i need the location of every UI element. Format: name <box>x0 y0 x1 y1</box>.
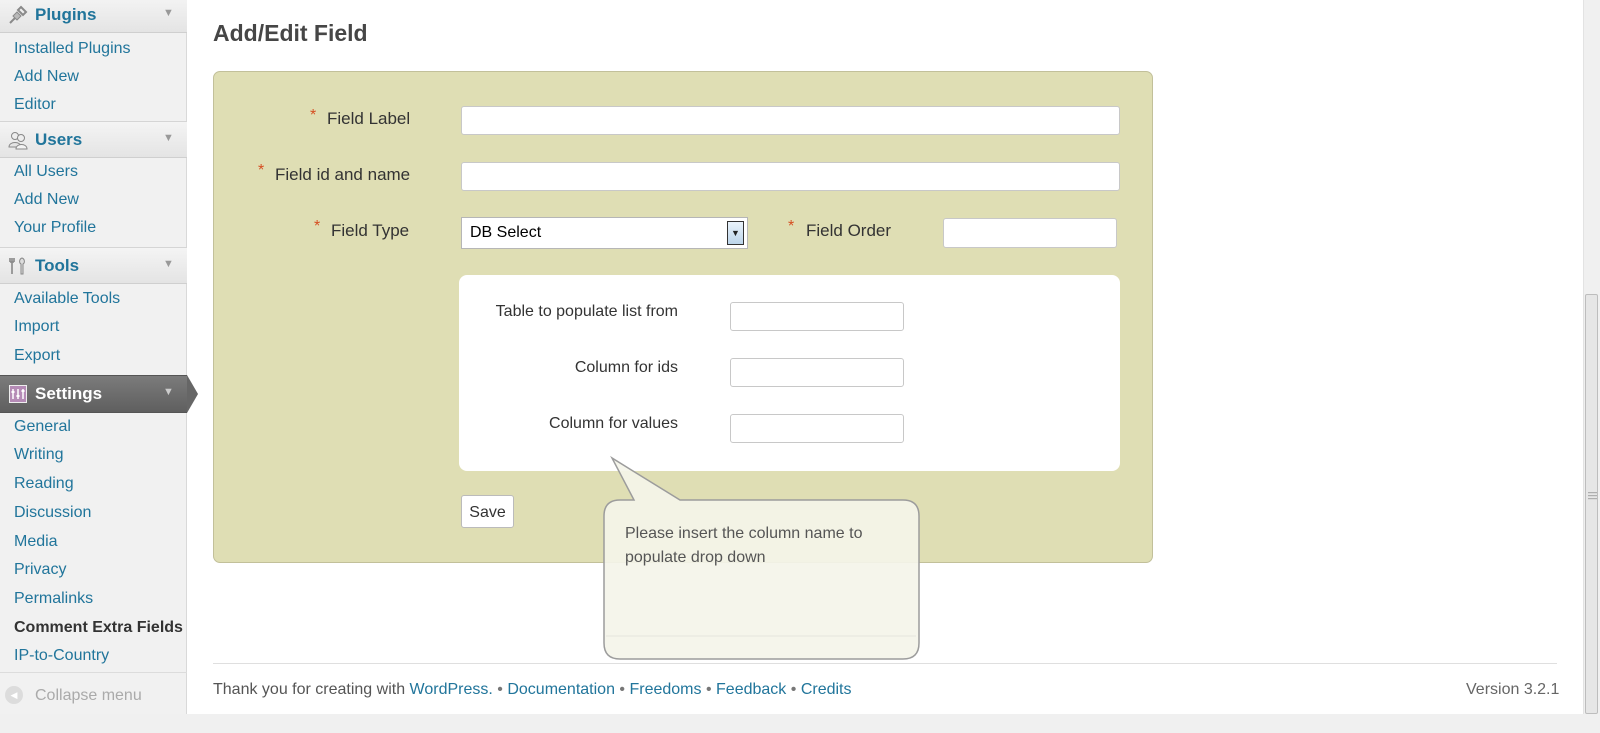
sidebar-item-export[interactable]: Export <box>14 347 60 365</box>
menu-settings-label: Settings <box>35 384 103 403</box>
tooltip-text: Please insert the column name to populat… <box>625 525 863 566</box>
footer-documentation-link[interactable]: Documentation <box>507 681 615 698</box>
sidebar-item-add-new-plugin[interactable]: Add New <box>14 68 79 86</box>
users-icon <box>8 132 28 150</box>
admin-sidebar: Plugins ▼ Installed Plugins Add New Edit… <box>0 0 187 733</box>
footer-thanks: Thank you for creating with <box>213 681 406 698</box>
sidebar-item-import[interactable]: Import <box>14 318 59 336</box>
field-type-selected-value: DB Select <box>470 224 542 241</box>
footer-credits-link[interactable]: Credits <box>801 681 852 698</box>
table-source-label: Table to populate list from <box>495 303 678 320</box>
collapse-menu[interactable]: ◀ Collapse menu <box>0 672 187 712</box>
menu-plugins[interactable]: Plugins ▼ <box>0 0 187 33</box>
sidebar-item-your-profile[interactable]: Your Profile <box>14 219 96 237</box>
save-button[interactable]: Save <box>461 495 514 528</box>
sidebar-item-ip-to-country[interactable]: IP-to-Country <box>14 647 109 665</box>
plug-icon <box>9 5 28 24</box>
field-type-select[interactable]: DB Select ▼ <box>461 217 748 249</box>
collapse-menu-label: Collapse menu <box>35 687 142 704</box>
dropdown-arrow-icon[interactable]: ▼ <box>727 221 744 245</box>
chevron-down-icon[interactable]: ▼ <box>163 258 174 270</box>
field-id-input[interactable] <box>461 162 1120 191</box>
field-label-label: Field Label <box>327 109 411 128</box>
tools-icon <box>9 257 25 275</box>
footer-links: Thank you for creating with WordPress. •… <box>213 681 852 699</box>
sidebar-item-discussion[interactable]: Discussion <box>14 504 91 522</box>
sidebar-item-permalinks[interactable]: Permalinks <box>14 590 93 608</box>
required-marker: * <box>314 218 321 235</box>
required-marker: * <box>310 107 317 124</box>
required-marker: * <box>788 218 795 235</box>
sidebar-item-add-new-user[interactable]: Add New <box>14 191 79 209</box>
sidebar-item-available-tools[interactable]: Available Tools <box>14 290 120 308</box>
sidebar-item-all-users[interactable]: All Users <box>14 163 78 181</box>
sidebar-item-editor[interactable]: Editor <box>14 96 56 114</box>
sidebar-item-privacy[interactable]: Privacy <box>14 561 66 579</box>
footer-feedback-link[interactable]: Feedback <box>716 681 786 698</box>
field-order-label: Field Order <box>806 221 892 240</box>
field-label-input[interactable] <box>461 106 1120 135</box>
scrollbar-thumb[interactable] <box>1585 294 1598 714</box>
active-menu-pointer <box>187 375 198 413</box>
chevron-down-icon[interactable]: ▼ <box>163 386 174 398</box>
horizontal-scrollbar[interactable] <box>0 714 1600 733</box>
menu-tools[interactable]: Tools ▼ <box>0 247 187 284</box>
sidebar-item-installed-plugins[interactable]: Installed Plugins <box>14 40 131 58</box>
chevron-down-icon[interactable]: ▼ <box>163 7 174 19</box>
footer-freedoms-link[interactable]: Freedoms <box>629 681 701 698</box>
sidebar-item-media[interactable]: Media <box>14 533 58 551</box>
chevron-down-icon[interactable]: ▼ <box>163 132 174 144</box>
column-ids-input[interactable] <box>730 358 904 387</box>
collapse-arrow-icon[interactable]: ◀ <box>5 686 23 704</box>
menu-users-label: Users <box>35 130 83 149</box>
column-values-input[interactable] <box>730 414 904 443</box>
sidebar-item-general[interactable]: General <box>14 418 71 436</box>
field-type-label: Field Type <box>331 221 410 240</box>
scrollbar-grip-icon: — — — <box>1588 487 1597 503</box>
version-text: Version 3.2.1 <box>1466 681 1560 698</box>
footer-separator: • <box>790 681 797 698</box>
sidebar-item-writing[interactable]: Writing <box>14 446 64 464</box>
footer-separator: • <box>497 681 503 698</box>
menu-plugins-label: Plugins <box>35 5 97 24</box>
footer-separator: • <box>619 681 626 698</box>
footer-wordpress-link[interactable]: WordPress. <box>410 681 493 698</box>
settings-icon <box>9 385 27 403</box>
column-values-label: Column for values <box>549 415 678 432</box>
field-id-label: Field id and name <box>275 165 411 184</box>
sidebar-item-reading[interactable]: Reading <box>14 475 74 493</box>
footer-separator: • <box>705 681 712 698</box>
sidebar-item-comment-extra-fields[interactable]: Comment Extra Fields <box>14 619 183 637</box>
field-order-input[interactable] <box>943 218 1117 248</box>
required-marker: * <box>258 162 265 179</box>
table-source-input[interactable] <box>730 302 904 331</box>
page-title: Add/Edit Field <box>213 20 368 46</box>
menu-settings[interactable]: Settings ▼ <box>0 375 187 413</box>
footer-divider <box>213 663 1557 664</box>
menu-tools-label: Tools <box>35 256 80 275</box>
menu-users[interactable]: Users ▼ <box>0 121 187 158</box>
column-ids-label: Column for ids <box>574 359 678 376</box>
